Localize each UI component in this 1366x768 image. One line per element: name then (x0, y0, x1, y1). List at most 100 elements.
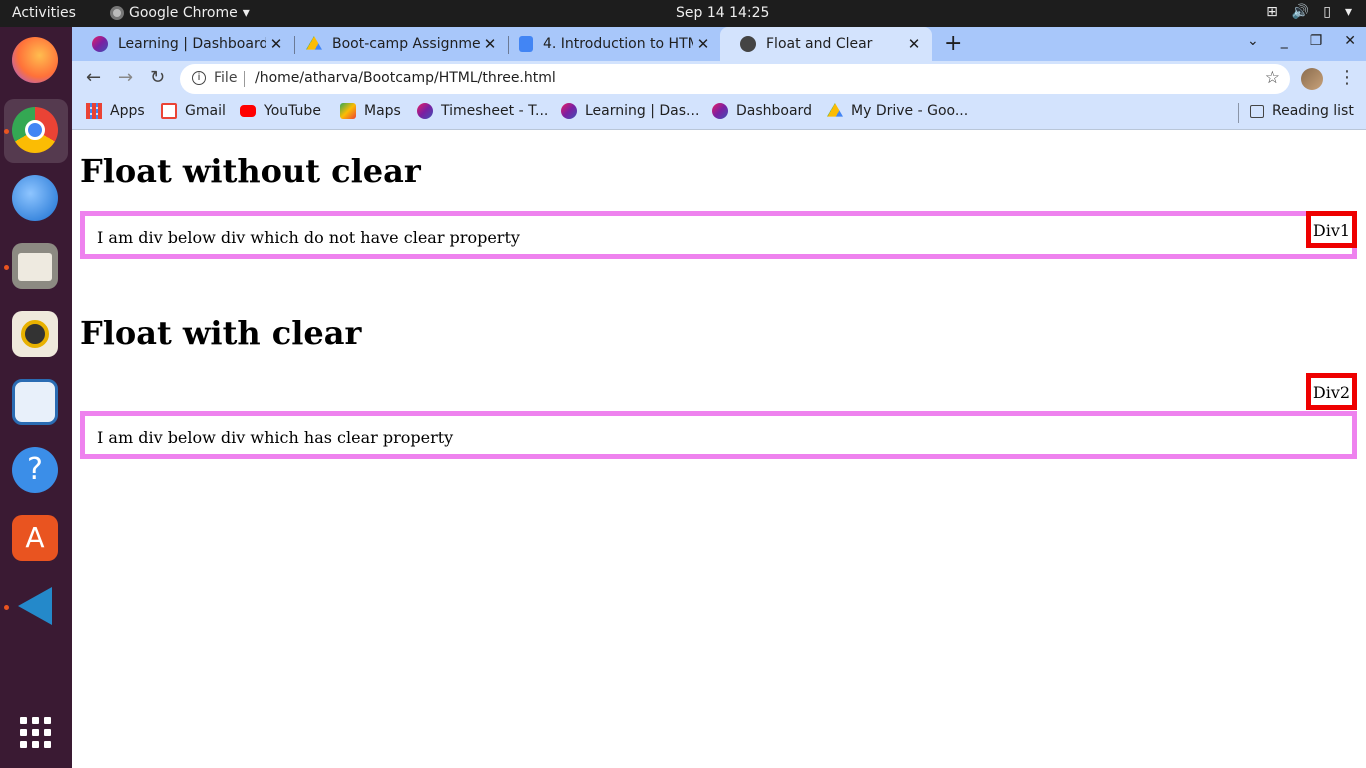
apps-grid-icon (86, 103, 102, 119)
dashboard-icon (712, 103, 728, 119)
writer-icon[interactable] (12, 379, 58, 425)
system-top-bar: Activities Google Chrome ▾ Sep 14 14:25 … (0, 0, 1366, 27)
back-arrow-icon[interactable]: ← (86, 67, 101, 88)
clock[interactable]: Sep 14 14:25 (676, 5, 769, 21)
running-indicator (4, 605, 9, 610)
vscode-icon[interactable] (12, 583, 58, 629)
close-tab-icon[interactable]: ✕ (480, 35, 500, 53)
box-text: I am div below div which do not have cle… (97, 228, 520, 247)
thunderbird-icon[interactable] (12, 175, 58, 221)
timesheet-icon (417, 103, 433, 119)
float-label: Div1 (1312, 221, 1351, 240)
profile-avatar[interactable] (1301, 68, 1323, 90)
running-indicator (4, 265, 9, 270)
app-menu[interactable]: Google Chrome ▾ (110, 5, 250, 21)
gmail-icon (161, 103, 177, 119)
reading-list-button[interactable]: Reading list (1250, 103, 1354, 119)
volume-icon: 🔊 (1291, 4, 1310, 20)
bookmark-label: My Drive - Goo... (851, 103, 969, 119)
bookmark-label: Maps (364, 103, 401, 119)
drive-favicon-icon (306, 36, 322, 50)
bookmark-dashboard[interactable]: Dashboard (712, 103, 812, 119)
chevron-down-icon: ▾ (242, 5, 250, 21)
box-text: I am div below div which has clear prope… (97, 428, 454, 447)
youtube-icon (240, 105, 256, 117)
network-icon: ⊞ (1266, 4, 1278, 20)
globe-favicon-icon (740, 36, 756, 52)
url-text[interactable]: /home/atharva/Bootcamp/HTML/three.html (255, 70, 556, 86)
url-scheme-label: File (214, 70, 238, 86)
more-menu-icon[interactable]: ⋮ (1338, 67, 1356, 88)
tab-learning-dashboard[interactable]: Learning | Dashboard ✕ (72, 27, 294, 61)
tab-search-icon[interactable]: ⌄ (1247, 33, 1259, 49)
files-icon[interactable] (12, 243, 58, 289)
float-div2: Div2 (1306, 373, 1357, 410)
restore-icon[interactable]: ❐ (1310, 33, 1323, 49)
software-store-icon[interactable]: A (12, 515, 58, 561)
forward-arrow-icon[interactable]: → (118, 67, 133, 88)
minimize-icon[interactable]: _ (1281, 33, 1288, 49)
drive-icon (827, 103, 843, 117)
float-div1: Div1 (1306, 211, 1357, 248)
address-bar[interactable]: i File /home/atharva/Bootcamp/HTML/three… (180, 64, 1290, 94)
bookmark-maps[interactable]: Maps (340, 103, 401, 119)
divider (244, 71, 245, 87)
rhythmbox-icon[interactable] (12, 311, 58, 357)
bookmark-label: Learning | Das... (585, 103, 700, 119)
chrome-icon[interactable] (12, 107, 58, 153)
bookmark-timesheet[interactable]: Timesheet - T... (417, 103, 548, 119)
close-tab-icon[interactable]: ✕ (266, 35, 286, 53)
div-without-clear: I am div below div which do not have cle… (80, 211, 1357, 259)
learning-icon (561, 103, 577, 119)
show-applications-icon[interactable] (20, 717, 52, 749)
chrome-small-icon (110, 6, 124, 20)
bookmark-my-drive[interactable]: My Drive - Goo... (827, 103, 968, 119)
firefox-icon[interactable] (12, 37, 58, 83)
bookmark-label: Gmail (185, 103, 226, 119)
chevron-down-icon: ▾ (1344, 4, 1352, 20)
bookmark-star-icon[interactable]: ☆ (1265, 68, 1280, 88)
learning-favicon-icon (92, 36, 108, 52)
activities-button[interactable]: Activities (12, 5, 76, 21)
battery-icon: ▯ (1323, 4, 1331, 20)
reload-icon[interactable]: ↻ (150, 67, 165, 88)
bookmarks-separator (1238, 103, 1239, 123)
div-with-clear: I am div below div which has clear prope… (80, 411, 1357, 459)
window-controls: ⌄ _ ❐ ✕ (1247, 33, 1356, 49)
app-menu-label: Google Chrome (129, 5, 238, 21)
bookmark-label: Dashboard (736, 103, 812, 119)
bookmark-label: Timesheet - T... (441, 103, 549, 119)
system-tray[interactable]: ⊞ 🔊 ▯ ▾ (1266, 4, 1352, 20)
tab-strip: Learning | Dashboard ✕ Boot-camp Assignm… (72, 27, 1366, 61)
tab-title: Boot-camp Assignmen (332, 36, 480, 52)
help-icon[interactable]: ? (12, 447, 58, 493)
maps-icon (340, 103, 356, 119)
bookmark-label: YouTube (264, 103, 321, 119)
float-label: Div2 (1312, 383, 1351, 402)
tab-introduction-html[interactable]: 4. Introduction to HTM ✕ (499, 27, 721, 61)
tab-float-and-clear[interactable]: Float and Clear ✕ (720, 27, 932, 61)
close-tab-icon[interactable]: ✕ (693, 35, 713, 53)
bookmarks-bar: Apps Gmail YouTube Maps Timesheet - T...… (72, 97, 1366, 130)
new-tab-button[interactable]: + (944, 31, 962, 56)
dock: ? A (0, 27, 72, 768)
info-icon[interactable]: i (192, 71, 206, 85)
heading-float-with-clear: Float with clear (80, 314, 362, 352)
page-content: Float without clear I am div below div w… (72, 131, 1366, 768)
reading-list-label: Reading list (1272, 103, 1354, 119)
tab-title: Learning | Dashboard (118, 36, 266, 52)
tab-title: Float and Clear (766, 36, 873, 52)
bookmark-gmail[interactable]: Gmail (161, 103, 226, 119)
bookmark-youtube[interactable]: YouTube (240, 103, 321, 119)
tab-bootcamp-assignment[interactable]: Boot-camp Assignmen ✕ (286, 27, 508, 61)
close-tab-icon[interactable]: ✕ (904, 35, 924, 53)
tab-title: 4. Introduction to HTM (543, 36, 693, 52)
running-indicator (4, 129, 9, 134)
reading-list-icon (1250, 104, 1264, 118)
heading-float-without-clear: Float without clear (80, 152, 421, 190)
bookmark-learning[interactable]: Learning | Das... (561, 103, 699, 119)
close-window-icon[interactable]: ✕ (1344, 33, 1356, 49)
bookmark-label: Apps (110, 103, 145, 119)
browser-toolbar: ← → ↻ i File /home/atharva/Bootcamp/HTML… (72, 61, 1366, 97)
bookmark-apps[interactable]: Apps (86, 103, 145, 119)
